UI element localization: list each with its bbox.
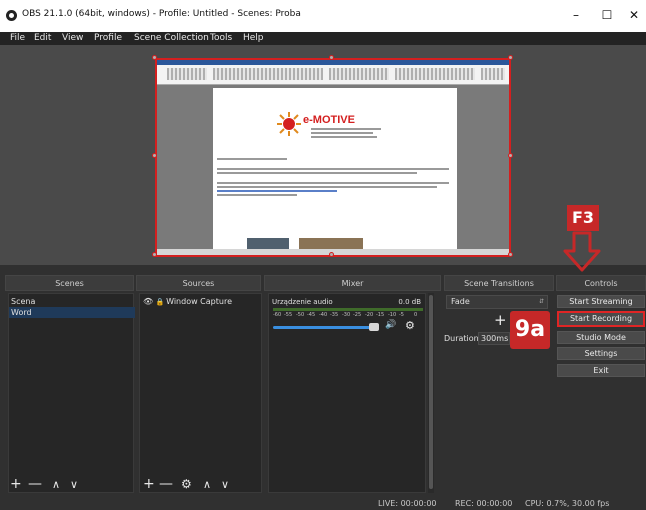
mixer-panel: Urządzenie audio 0.0 dB -60 -55 -50 -45 … — [268, 293, 426, 493]
start-recording-button[interactable]: Start Recording — [557, 311, 645, 327]
menu-bar: File Edit View Profile Scene Collection … — [0, 32, 646, 45]
gear-icon[interactable]: ⚙ — [181, 477, 192, 491]
resize-handle-top[interactable] — [329, 55, 334, 60]
duration-input[interactable]: 300ms — [478, 332, 510, 345]
start-streaming-button[interactable]: Start Streaming — [557, 295, 645, 308]
exit-button[interactable]: Exit — [557, 364, 645, 377]
scenes-list[interactable]: Scena Word — [8, 293, 135, 493]
dropdown-arrow-icon: ⇵ — [538, 298, 544, 305]
sources-toolbar: + — ⚙ ∧ ∨ — [143, 476, 263, 493]
obs-logo-icon — [6, 10, 17, 21]
move-up-icon[interactable]: ∧ — [52, 478, 60, 491]
settings-button[interactable]: Settings — [557, 347, 645, 360]
title-bar: OBS 21.1.0 (64bit, windows) - Profile: U… — [0, 0, 646, 32]
resize-handle-bottom[interactable] — [329, 252, 334, 257]
volume-slider-handle[interactable] — [369, 323, 379, 331]
resize-handle-left[interactable] — [152, 153, 157, 158]
gear-icon[interactable]: ⚙ — [405, 319, 415, 332]
preview-area[interactable]: e-MOTIVE — [0, 45, 646, 265]
add-scene-button[interactable]: + — [10, 476, 22, 492]
speaker-icon[interactable]: 🔊 — [385, 320, 396, 330]
down-arrow-icon — [563, 231, 601, 272]
preview-canvas[interactable]: e-MOTIVE — [155, 58, 511, 257]
scene-item[interactable]: Scena — [9, 296, 135, 307]
mixer-scale: -60 -55 -50 -45 -40 -35 -30 -25 -20 -15 … — [273, 312, 418, 318]
resize-handle-bottom-right[interactable] — [508, 252, 513, 257]
close-button[interactable]: ✕ — [624, 7, 644, 23]
menu-edit[interactable]: Edit — [34, 32, 51, 45]
menu-view[interactable]: View — [62, 32, 83, 45]
rec-status: REC: 00:00:00 — [455, 499, 513, 508]
duration-label: Duration — [444, 334, 479, 343]
doc-logo-text: e-MOTIVE — [303, 114, 355, 126]
eye-icon[interactable]: 👁 — [143, 296, 153, 307]
level-meter-green — [273, 308, 423, 311]
mixer-header: Mixer — [264, 275, 441, 291]
scenes-toolbar: + — ∧ ∨ — [10, 476, 130, 493]
maximize-button[interactable]: ☐ — [597, 7, 617, 23]
mixer-channel-name: Urządzenie audio — [272, 298, 333, 306]
source-label: Window Capture — [166, 297, 232, 306]
volume-slider-track[interactable] — [273, 326, 377, 329]
menu-scene-collection[interactable]: Scene Collection — [134, 32, 209, 45]
scenes-header: Scenes — [5, 275, 134, 291]
add-transition-button[interactable]: + — [494, 311, 507, 329]
annotation-f3: F3 — [567, 205, 599, 231]
menu-help[interactable]: Help — [243, 32, 264, 45]
minimize-button[interactable]: – — [566, 7, 586, 23]
cpu-status: CPU: 0.7%, 30.00 fps — [525, 499, 610, 508]
move-down-icon[interactable]: ∨ — [70, 478, 78, 491]
lock-icon[interactable]: 🔒 — [156, 297, 165, 308]
mixer-level: 0.0 dB — [398, 298, 421, 306]
resize-handle-right[interactable] — [508, 153, 513, 158]
remove-scene-button[interactable]: — — [28, 476, 42, 492]
remove-source-button[interactable]: — — [159, 476, 173, 492]
live-status: LIVE: 00:00:00 — [378, 499, 437, 508]
add-source-button[interactable]: + — [143, 476, 155, 492]
move-up-icon[interactable]: ∧ — [203, 478, 211, 491]
controls-header: Controls — [556, 275, 646, 291]
source-item[interactable]: 👁 🔒 Window Capture — [140, 296, 261, 307]
sources-header: Sources — [136, 275, 261, 291]
transition-select[interactable]: Fade ⇵ — [446, 295, 548, 309]
move-down-icon[interactable]: ∨ — [221, 478, 229, 491]
menu-file[interactable]: File — [10, 32, 25, 45]
resize-handle-top-left[interactable] — [152, 55, 157, 60]
sun-logo-icon — [277, 112, 301, 136]
studio-mode-button[interactable]: Studio Mode — [557, 331, 645, 344]
menu-profile[interactable]: Profile — [94, 32, 122, 45]
window-title: OBS 21.1.0 (64bit, windows) - Profile: U… — [22, 9, 301, 19]
resize-handle-bottom-left[interactable] — [152, 252, 157, 257]
document-page: e-MOTIVE — [213, 88, 457, 255]
menu-tools[interactable]: Tools — [210, 32, 232, 45]
annotation-9a: 9a — [510, 311, 550, 349]
resize-handle-top-right[interactable] — [508, 55, 513, 60]
word-ribbon — [157, 60, 509, 85]
mixer-scrollbar[interactable] — [428, 293, 434, 493]
sources-list[interactable]: 👁 🔒 Window Capture — [139, 293, 262, 493]
scene-item-selected[interactable]: Word — [9, 307, 135, 318]
transitions-header: Scene Transitions — [444, 275, 554, 291]
